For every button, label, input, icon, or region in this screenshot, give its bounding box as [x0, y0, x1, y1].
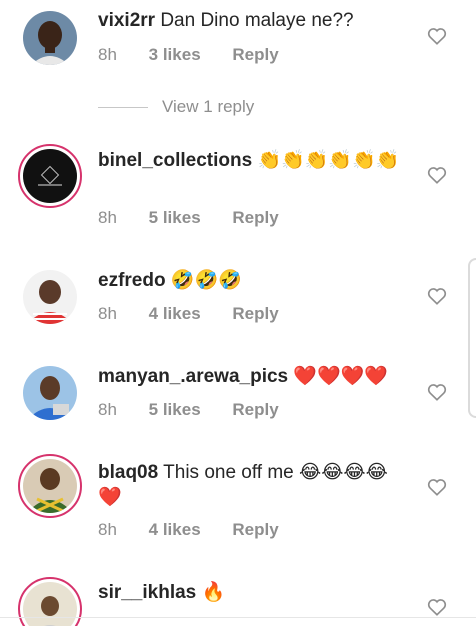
like-heart-icon[interactable]	[427, 27, 447, 45]
like-heart-icon[interactable]	[427, 598, 447, 616]
comment-username[interactable]: binel_collections	[98, 150, 252, 171]
comment-body: ezfredo 🤣🤣🤣	[98, 268, 406, 293]
avatar	[23, 459, 77, 513]
comment-emoji: ❤️❤️❤️❤️	[293, 365, 389, 387]
comment-time: 8h	[98, 208, 117, 227]
avatar	[23, 149, 77, 203]
comment-time: 8h	[98, 304, 117, 323]
comment-emoji: 👏👏👏👏👏👏	[257, 149, 400, 171]
comment-username[interactable]: manyan_.arewa_pics	[98, 366, 288, 387]
reply-button[interactable]: Reply	[232, 45, 278, 64]
comment-time: 8h	[98, 400, 117, 419]
comment-text: This one off me	[163, 462, 294, 483]
divider-line	[0, 617, 476, 618]
avatar-story-ring[interactable]	[18, 577, 82, 626]
comment-time: 8h	[98, 45, 117, 64]
avatar[interactable]	[23, 270, 77, 324]
reply-button[interactable]: Reply	[232, 304, 278, 323]
comment-meta: 8h 4 likes Reply	[98, 303, 306, 325]
edge-panel-handle[interactable]	[468, 258, 476, 418]
comment-time: 8h	[98, 520, 117, 539]
comment-body: vixi2rr Dan Dino malaye ne??	[98, 8, 406, 33]
comment-body: sir__ikhlas 🔥	[98, 580, 406, 605]
avatar-story-ring[interactable]	[18, 454, 82, 518]
comment-body: binel_collections 👏👏👏👏👏👏	[98, 148, 406, 173]
comment-username[interactable]: sir__ikhlas	[98, 582, 196, 603]
avatar	[23, 582, 77, 626]
comment-likes[interactable]: 4 likes	[149, 520, 201, 539]
comment-likes[interactable]: 5 likes	[149, 208, 201, 227]
like-heart-icon[interactable]	[427, 478, 447, 496]
comment-username[interactable]: blaq08	[98, 462, 158, 483]
avatar-story-ring[interactable]	[18, 144, 82, 208]
view-replies-label: View 1 reply	[162, 97, 255, 116]
like-heart-icon[interactable]	[427, 383, 447, 401]
reply-button[interactable]: Reply	[232, 208, 278, 227]
comment-item: manyan_.arewa_pics ❤️❤️❤️❤️ 8h 5 likes R…	[0, 359, 476, 439]
comment-meta: 8h 5 likes Reply	[98, 207, 306, 229]
comment-meta: 8h 3 likes Reply	[98, 44, 306, 66]
comment-username[interactable]: ezfredo	[98, 270, 166, 291]
like-heart-icon[interactable]	[427, 166, 447, 184]
comment-text: Dan Dino malaye ne??	[160, 10, 354, 31]
comment-meta: 8h 5 likes Reply	[98, 399, 306, 421]
divider-line	[98, 107, 148, 109]
comment-item: blaq08 This one off me 😂😂😂😂❤️ 8h 4 likes…	[0, 450, 476, 560]
comment-emoji: 🤣🤣🤣	[170, 269, 242, 291]
comment-username[interactable]: vixi2rr	[98, 10, 155, 31]
comment-emoji: 🔥	[201, 581, 226, 603]
reply-button[interactable]: Reply	[232, 520, 278, 539]
view-replies-button[interactable]: View 1 reply	[98, 96, 254, 118]
comment-item: binel_collections 👏👏👏👏👏👏 8h 5 likes Repl…	[0, 140, 476, 240]
reply-button[interactable]: Reply	[232, 400, 278, 419]
comment-body: blaq08 This one off me 😂😂😂😂❤️	[98, 460, 406, 510]
comment-likes[interactable]: 5 likes	[149, 400, 201, 419]
comment-body: manyan_.arewa_pics ❤️❤️❤️❤️	[98, 364, 406, 389]
like-heart-icon[interactable]	[427, 287, 447, 305]
comment-likes[interactable]: 3 likes	[149, 45, 201, 64]
comment-likes[interactable]: 4 likes	[149, 304, 201, 323]
avatar[interactable]	[23, 11, 77, 65]
avatar[interactable]	[23, 366, 77, 420]
comment-item: ezfredo 🤣🤣🤣 8h 4 likes Reply	[0, 263, 476, 343]
comment-meta: 8h 4 likes Reply	[98, 519, 306, 541]
comment-item: vixi2rr Dan Dino malaye ne?? 8h 3 likes …	[0, 0, 476, 130]
